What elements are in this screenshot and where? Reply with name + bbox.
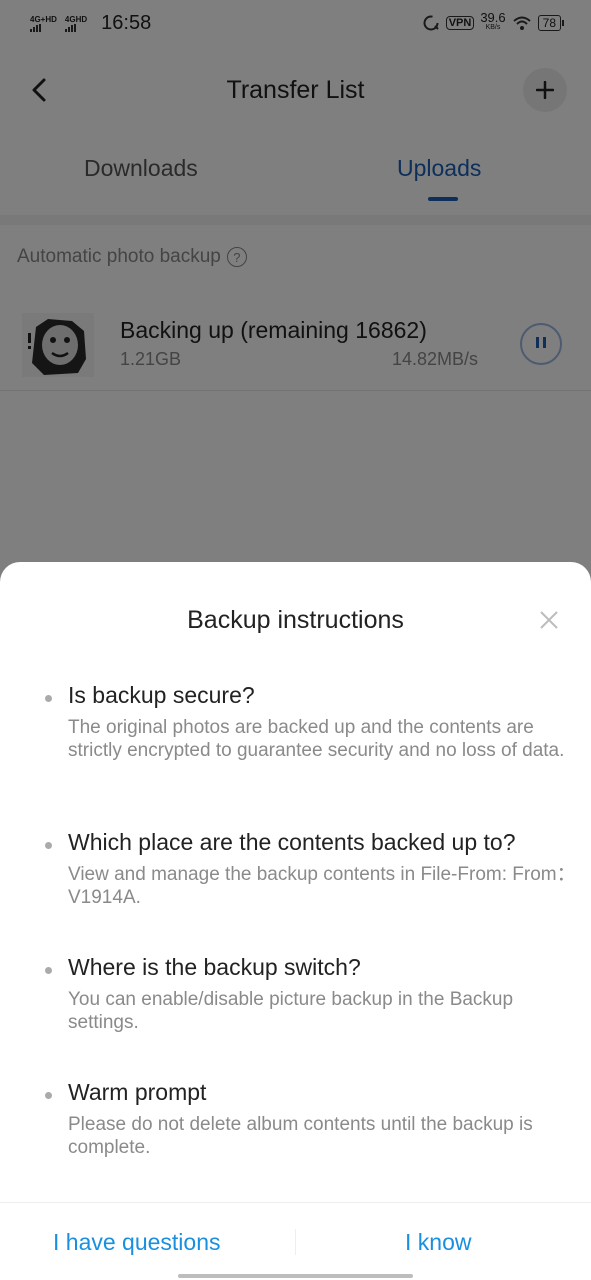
faq-answer: The original photos are backed up and th… bbox=[68, 717, 565, 761]
faq-question: Where is the backup switch? bbox=[68, 954, 361, 980]
i-have-questions-button[interactable]: I have questions bbox=[53, 1229, 221, 1256]
bullet-icon bbox=[45, 842, 52, 849]
faq-answer: Please do not delete album contents unti… bbox=[68, 1114, 533, 1158]
i-know-button[interactable]: I know bbox=[405, 1229, 471, 1256]
faq-question: Which place are the contents backed up t… bbox=[68, 829, 516, 855]
faq-question: Is backup secure? bbox=[68, 682, 255, 708]
footer-divider bbox=[295, 1229, 296, 1255]
faq-answer: View and manage the backup contents in F… bbox=[68, 864, 576, 908]
bullet-icon bbox=[45, 1092, 52, 1099]
bullet-icon bbox=[45, 967, 52, 974]
faq-answer: You can enable/disable picture backup in… bbox=[68, 989, 514, 1033]
close-icon[interactable] bbox=[539, 610, 559, 630]
faq-question: Warm prompt bbox=[68, 1079, 207, 1105]
bullet-icon bbox=[45, 695, 52, 702]
sheet-footer: I have questions I know bbox=[0, 1202, 591, 1280]
sheet-title: Backup instructions bbox=[187, 606, 404, 634]
home-indicator[interactable] bbox=[178, 1274, 413, 1278]
backup-instructions-sheet: Backup instructions Is backup secure? Th… bbox=[0, 562, 591, 1280]
